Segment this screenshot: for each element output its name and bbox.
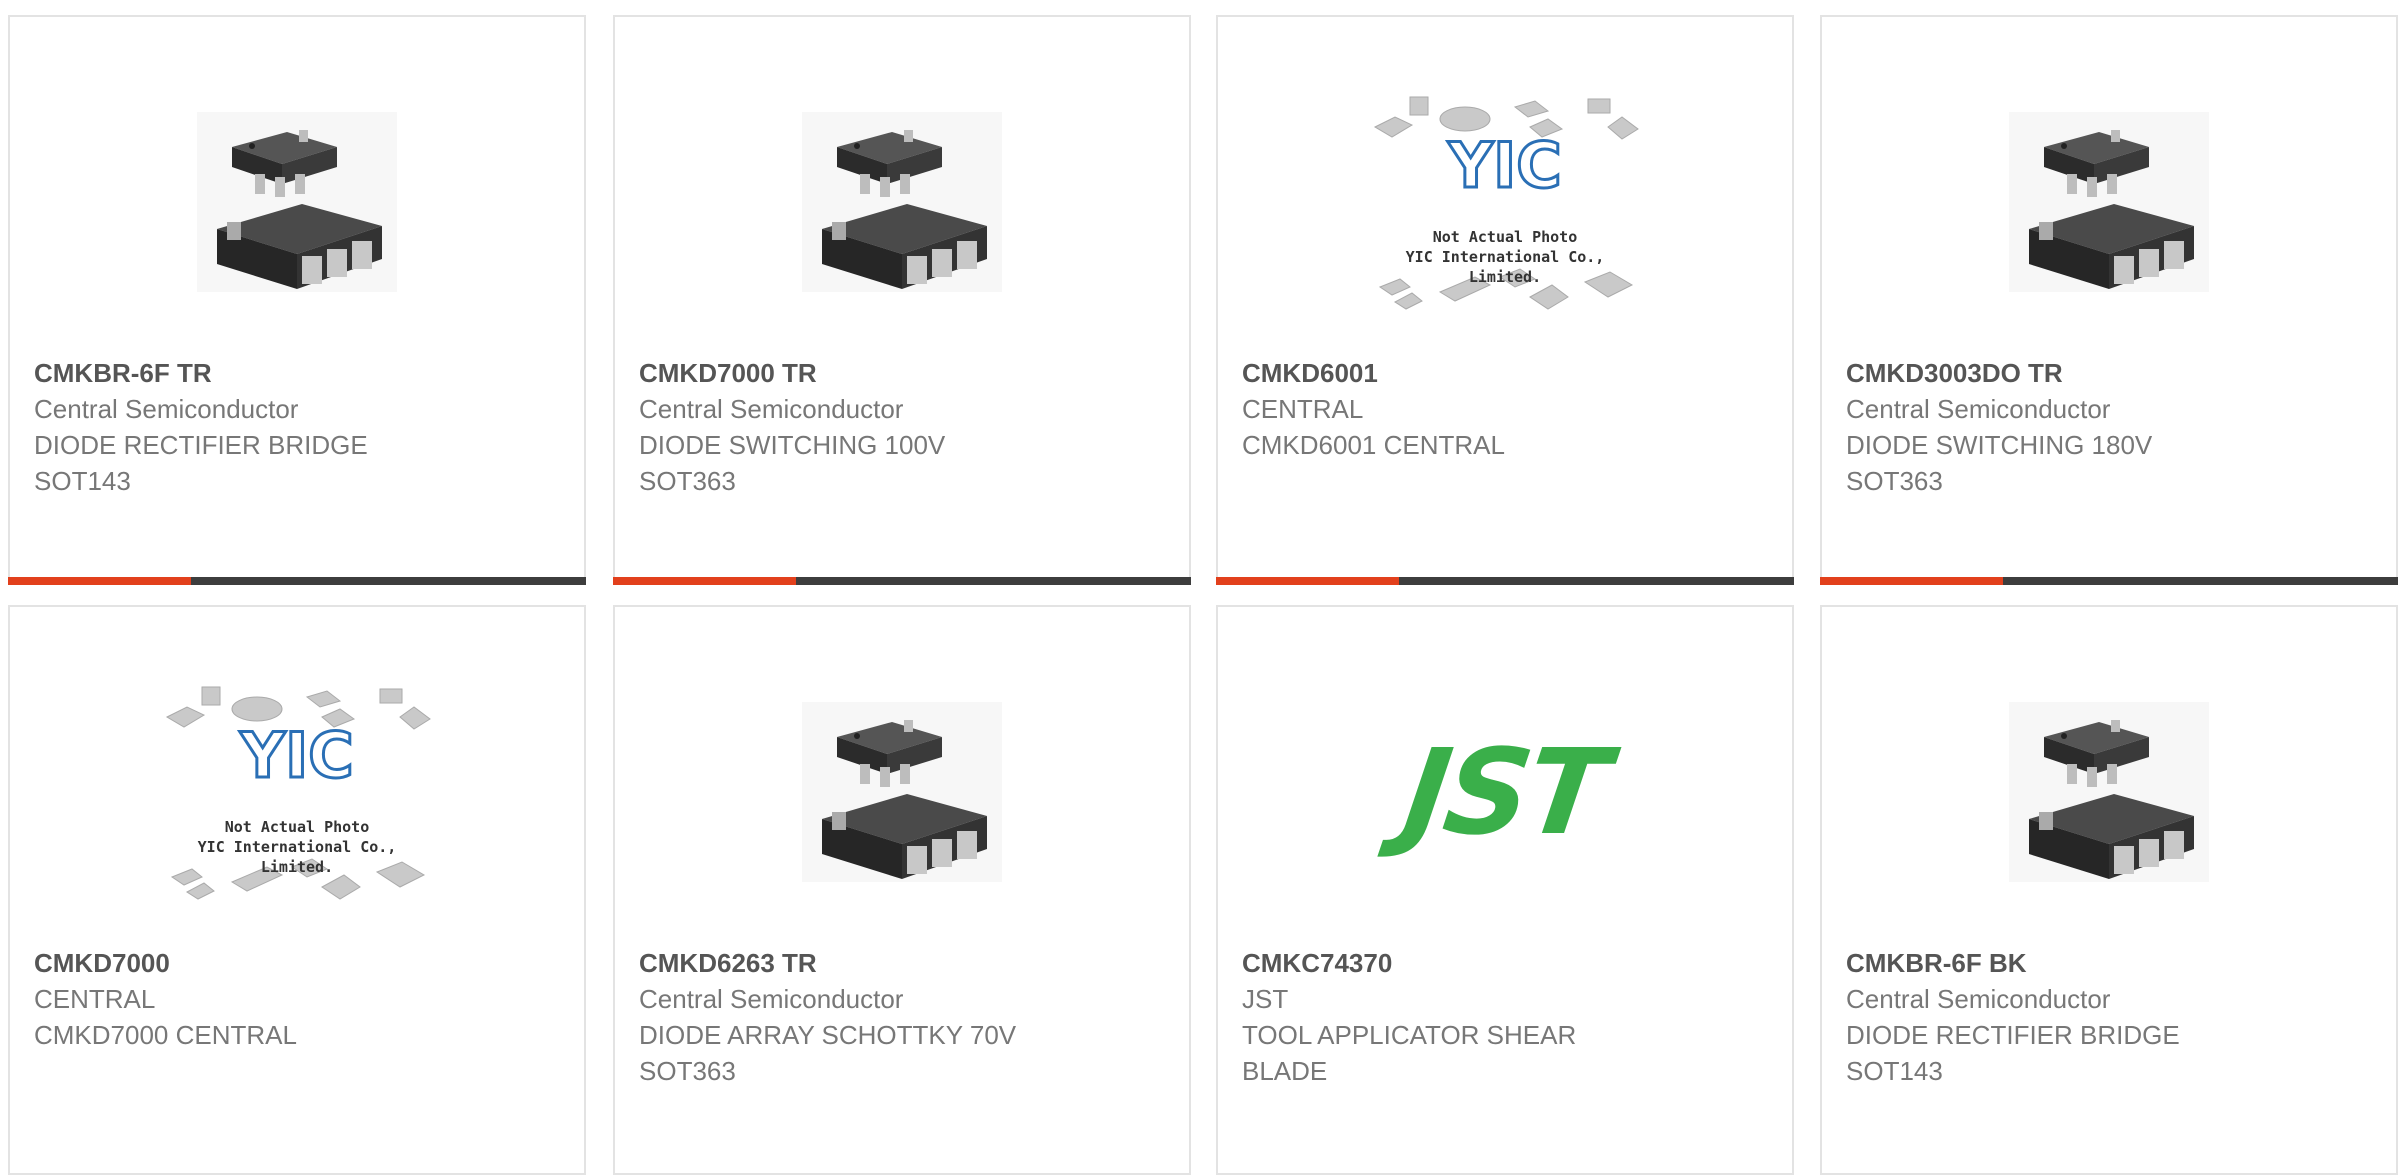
part-number[interactable]: CMKBR-6F TR <box>34 355 560 391</box>
description-line: CMKD7000 CENTRAL <box>34 1020 297 1050</box>
product-card[interactable]: CMKBR-6F BK Central Semiconductor DIODE RE… <box>1820 605 2398 1175</box>
part-number[interactable]: CMKD3003DO TR <box>1846 355 2372 391</box>
manufacturer: Central Semiconductor <box>639 394 904 424</box>
part-number[interactable]: CMKD6263 TR <box>639 945 1165 981</box>
product-info: CMKD7000 CENTRAL CMKD7000 CENTRAL <box>34 945 560 1053</box>
chip-package-image <box>197 112 397 292</box>
product-info: CMKD6001 CENTRAL CMKD6001 CENTRAL <box>1242 355 1768 463</box>
product-thumbnail[interactable] <box>157 87 437 317</box>
dark-bar <box>2003 577 2398 585</box>
part-number[interactable]: CMKBR-6F BK <box>1846 945 2372 981</box>
product-info: CMKD6263 TR Central Semiconductor DIODE AR… <box>639 945 1165 1089</box>
manufacturer: CENTRAL <box>34 984 156 1014</box>
part-number[interactable]: CMKD7000 TR <box>639 355 1165 391</box>
placeholder-image: YIC Not Actual Photo YIC International C… <box>1370 87 1640 317</box>
manufacturer: Central Semiconductor <box>34 394 299 424</box>
part-number[interactable]: CMKD7000 <box>34 945 560 981</box>
card-hover-bar <box>613 577 1191 585</box>
description-line: SOT363 <box>639 466 736 496</box>
dark-bar <box>191 577 586 585</box>
product-card[interactable]: YIC Not Actual Photo YIC International C… <box>8 605 586 1175</box>
product-thumbnail[interactable] <box>1969 677 2249 907</box>
manufacturer: Central Semiconductor <box>639 984 904 1014</box>
product-card[interactable]: CMKD6263 TR Central Semiconductor DIODE AR… <box>613 605 1191 1175</box>
card-hover-bar <box>1820 577 2398 585</box>
card-hover-bar <box>1216 577 1794 585</box>
yic-logo-text: YIC <box>239 719 353 792</box>
product-card[interactable]: CMKD3003DO TR Central Semiconductor DIODE … <box>1820 15 2398 585</box>
product-card[interactable]: YIC Not Actual Photo YIC International C… <box>1216 15 1794 585</box>
product-thumbnail[interactable] <box>1969 87 2249 317</box>
description-line: CMKD6001 CENTRAL <box>1242 430 1505 460</box>
accent-bar <box>613 577 796 585</box>
manufacturer: Central Semiconductor <box>1846 984 2111 1014</box>
manufacturer: JST <box>1242 984 1289 1014</box>
manufacturer: Central Semiconductor <box>1846 394 2111 424</box>
accent-bar <box>1820 577 2003 585</box>
product-thumbnail[interactable] <box>762 87 1042 317</box>
part-number[interactable]: CMKC74370 <box>1242 945 1768 981</box>
product-thumbnail[interactable] <box>762 677 1042 907</box>
placeholder-image: YIC Not Actual Photo YIC International C… <box>162 677 432 907</box>
product-card[interactable]: JST CMKC74370 JST TOOL APPLICATOR SHEAR BLAD… <box>1216 605 1794 1175</box>
product-info: CMKBR-6F TR Central Semiconductor DIODE RE… <box>34 355 560 499</box>
description-line: SOT363 <box>639 1056 736 1086</box>
accent-bar <box>8 577 191 585</box>
manufacturer: CENTRAL <box>1242 394 1364 424</box>
chip-package-image <box>802 112 1002 292</box>
description-line: BLADE <box>1242 1056 1328 1086</box>
product-info: CMKD7000 TR Central Semiconductor DIODE SW… <box>639 355 1165 499</box>
dark-bar <box>1399 577 1794 585</box>
product-thumbnail[interactable]: YIC Not Actual Photo YIC International C… <box>1365 87 1645 317</box>
product-card[interactable]: CMKBR-6F TR Central Semiconductor DIODE RE… <box>8 15 586 585</box>
description-line: DIODE SWITCHING 180V <box>1846 430 2153 460</box>
yic-logo-text: YIC <box>1447 129 1561 202</box>
jst-logo: JST <box>1396 723 1614 861</box>
description-line: SOT143 <box>1846 1056 1943 1086</box>
description-line: DIODE RECTIFIER BRIDGE <box>34 430 368 460</box>
description-line: SOT363 <box>1846 466 1943 496</box>
description-line: DIODE ARRAY SCHOTTKY 70V <box>639 1020 1017 1050</box>
product-info: CMKBR-6F BK Central Semiconductor DIODE RE… <box>1846 945 2372 1089</box>
description-line: DIODE RECTIFIER BRIDGE <box>1846 1020 2180 1050</box>
chip-package-image <box>802 702 1002 882</box>
description-line: SOT143 <box>34 466 131 496</box>
chip-package-image <box>2009 112 2209 292</box>
accent-bar <box>1216 577 1399 585</box>
product-info: CMKD3003DO TR Central Semiconductor DIODE … <box>1846 355 2372 499</box>
card-hover-bar <box>8 577 586 585</box>
product-info: CMKC74370 JST TOOL APPLICATOR SHEAR BLADE <box>1242 945 1768 1089</box>
chip-package-image <box>2009 702 2209 882</box>
product-grid: CMKBR-6F TR Central Semiconductor DIODE RE… <box>0 0 2400 1175</box>
description-line: DIODE SWITCHING 100V <box>639 430 946 460</box>
description-line: TOOL APPLICATOR SHEAR <box>1242 1020 1577 1050</box>
part-number[interactable]: CMKD6001 <box>1242 355 1768 391</box>
dark-bar <box>796 577 1191 585</box>
product-thumbnail[interactable]: JST <box>1365 677 1645 907</box>
product-thumbnail[interactable]: YIC Not Actual Photo YIC International C… <box>157 677 437 907</box>
product-card[interactable]: CMKD7000 TR Central Semiconductor DIODE SW… <box>613 15 1191 585</box>
